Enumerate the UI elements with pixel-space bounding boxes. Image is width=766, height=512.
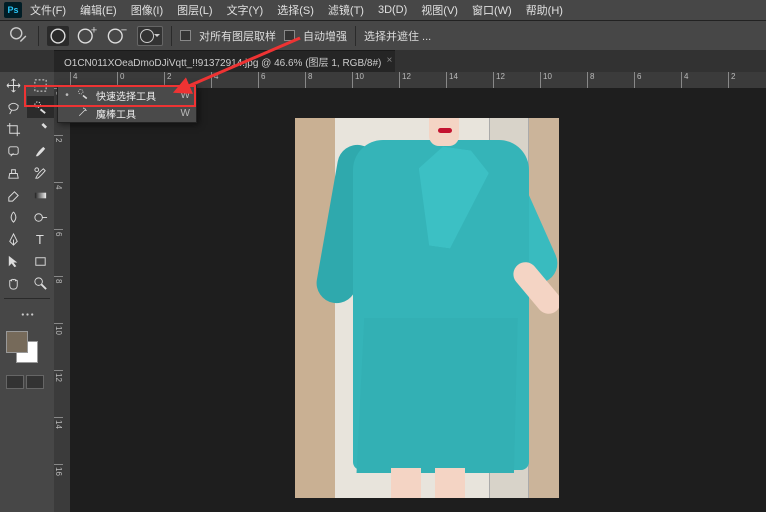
ruler-tick: 6 xyxy=(258,72,305,88)
menu-3d[interactable]: 3D(D) xyxy=(372,2,413,18)
ruler-tick: 4 xyxy=(681,72,728,88)
brush-tool[interactable] xyxy=(27,140,54,162)
quick-select-tool[interactable] xyxy=(27,96,54,118)
svg-text:T: T xyxy=(36,232,44,247)
ruler-tick: 14 xyxy=(54,417,63,464)
document-tab-title: O1CN011XOeaDmoDJiVqtt_!!91372914.jpg @ 4… xyxy=(64,58,381,69)
ruler-tick: 8 xyxy=(54,276,63,323)
pen-tool[interactable] xyxy=(0,228,27,250)
close-icon[interactable]: × xyxy=(387,55,393,66)
ruler-tick: 4 xyxy=(54,182,63,229)
quick-select-icon xyxy=(76,88,90,103)
screen-mode-icon[interactable] xyxy=(26,375,44,389)
document-image[interactable] xyxy=(295,118,559,498)
history-brush-tool[interactable] xyxy=(27,162,54,184)
ruler-tick: 6 xyxy=(634,72,681,88)
menu-select[interactable]: 选择(S) xyxy=(271,0,320,20)
new-selection-icon[interactable] xyxy=(47,26,69,46)
auto-enhance-checkbox[interactable] xyxy=(284,30,295,41)
edit-toolbar-icon[interactable] xyxy=(0,303,54,325)
menu-file[interactable]: 文件(F) xyxy=(24,0,72,20)
subtract-selection-icon[interactable]: − xyxy=(107,26,129,46)
dodge-tool[interactable] xyxy=(27,206,54,228)
magic-wand-icon xyxy=(76,106,90,121)
ruler-tick: 14 xyxy=(446,72,493,88)
ruler-tick: 12 xyxy=(399,72,446,88)
separator xyxy=(355,26,356,46)
ruler-tick: 8 xyxy=(305,72,352,88)
hand-tool[interactable] xyxy=(0,272,27,294)
gradient-tool[interactable] xyxy=(27,184,54,206)
canvas-stage[interactable] xyxy=(70,88,766,512)
quick-mask-mode-icon[interactable] xyxy=(6,375,24,389)
auto-enhance-label: 自动增强 xyxy=(303,28,347,44)
ruler-tick: 2 xyxy=(728,72,766,88)
svg-text:+: + xyxy=(91,25,97,36)
flyout-quick-select[interactable]: • 快速选择工具 W xyxy=(58,86,196,104)
path-select-tool[interactable] xyxy=(0,250,27,272)
ruler-tick: 10 xyxy=(540,72,587,88)
type-tool[interactable]: T xyxy=(27,228,54,250)
tools-panel: T xyxy=(0,72,54,512)
document-tab-bar: O1CN011XOeaDmoDJiVqtt_!!91372914.jpg @ 4… xyxy=(0,50,766,72)
eyedropper-tool[interactable] xyxy=(27,118,54,140)
ruler-tick: 10 xyxy=(352,72,399,88)
foreground-color-swatch[interactable] xyxy=(6,331,28,353)
menu-image[interactable]: 图像(I) xyxy=(125,0,169,20)
menu-type[interactable]: 文字(Y) xyxy=(221,0,270,20)
clone-stamp-tool[interactable] xyxy=(0,162,27,184)
menu-bar: Ps 文件(F) 编辑(E) 图像(I) 图层(L) 文字(Y) 选择(S) 滤… xyxy=(0,0,766,20)
brush-size-picker[interactable] xyxy=(137,26,163,46)
ruler-tick: 6 xyxy=(54,229,63,276)
canvas-area: 4 0 2 4 6 8 10 12 14 12 10 8 6 4 2 0 2 4… xyxy=(54,72,766,512)
menu-layer[interactable]: 图层(L) xyxy=(171,0,218,20)
options-bar: + − 对所有图层取样 自动增强 选择并遮住 ... xyxy=(0,20,766,50)
separator xyxy=(171,26,172,46)
menu-window[interactable]: 窗口(W) xyxy=(466,0,518,20)
move-tool[interactable] xyxy=(0,74,27,96)
svg-text:−: − xyxy=(121,25,127,36)
flyout-magic-wand[interactable]: 魔棒工具 W xyxy=(58,104,196,122)
select-and-mask-button[interactable]: 选择并遮住 ... xyxy=(364,28,431,44)
tool-flyout-menu: • 快速选择工具 W 魔棒工具 W xyxy=(57,85,197,123)
healing-brush-tool[interactable] xyxy=(0,140,27,162)
sample-all-layers-label: 对所有图层取样 xyxy=(199,28,276,44)
app-logo: Ps xyxy=(4,2,22,18)
blur-tool[interactable] xyxy=(0,206,27,228)
rect-marquee-tool[interactable] xyxy=(27,74,54,96)
rectangle-tool[interactable] xyxy=(27,250,54,272)
lasso-tool[interactable] xyxy=(0,96,27,118)
flyout-shortcut: W xyxy=(181,90,190,101)
menu-filter[interactable]: 滤镜(T) xyxy=(322,0,370,20)
sample-all-layers-checkbox[interactable] xyxy=(180,30,191,41)
separator xyxy=(38,26,39,46)
flyout-item-label: 魔棒工具 xyxy=(96,106,136,121)
ruler-tick: 12 xyxy=(493,72,540,88)
document-tab[interactable]: O1CN011XOeaDmoDJiVqtt_!!91372914.jpg @ 4… xyxy=(54,50,395,72)
menu-view[interactable]: 视图(V) xyxy=(415,0,464,20)
flyout-item-label: 快速选择工具 xyxy=(96,88,156,103)
active-dot-icon: • xyxy=(64,90,70,101)
flyout-shortcut: W xyxy=(181,108,190,119)
menu-edit[interactable]: 编辑(E) xyxy=(74,0,123,20)
color-swatches[interactable] xyxy=(6,331,46,367)
zoom-tool[interactable] xyxy=(27,272,54,294)
ruler-tick: 2 xyxy=(54,135,63,182)
ruler-tick: 16 xyxy=(54,464,63,511)
ruler-tick: 8 xyxy=(587,72,634,88)
menu-help[interactable]: 帮助(H) xyxy=(520,0,569,20)
add-selection-icon[interactable]: + xyxy=(77,26,99,46)
crop-tool[interactable] xyxy=(0,118,27,140)
ruler-tick: 4 xyxy=(211,72,258,88)
eraser-tool[interactable] xyxy=(0,184,27,206)
tool-preset-icon[interactable] xyxy=(8,26,30,46)
ruler-tick: 12 xyxy=(54,370,63,417)
vertical-ruler[interactable]: 0 2 4 6 8 10 12 14 16 xyxy=(54,88,70,512)
ruler-tick: 10 xyxy=(54,323,63,370)
